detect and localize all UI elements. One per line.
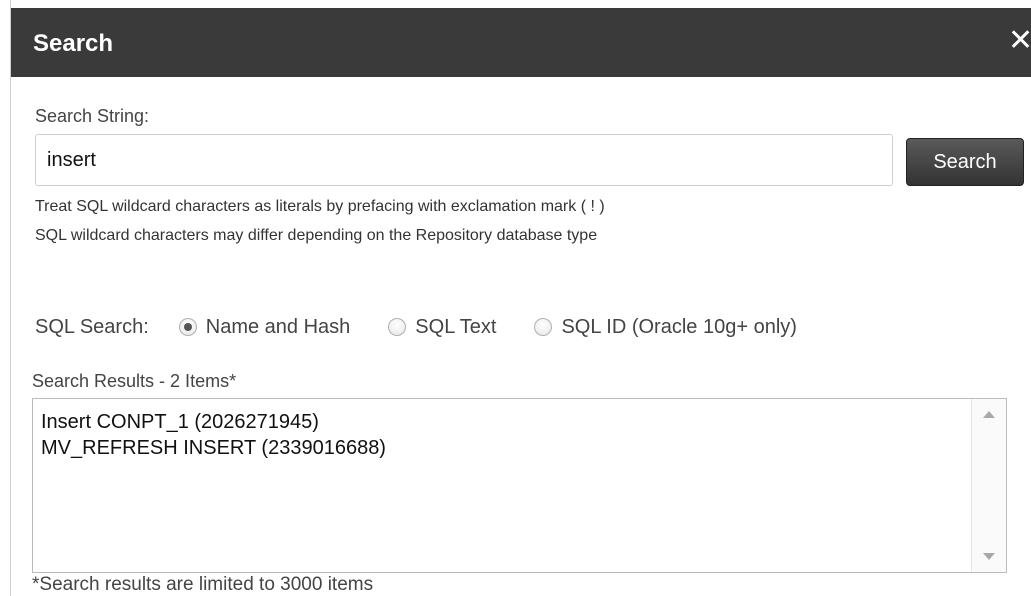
search-results-list[interactable]: Insert CONPT_1 (2026271945) MV_REFRESH I… xyxy=(32,398,1007,573)
radio-unchecked-icon[interactable] xyxy=(534,318,553,336)
radio-unchecked-icon[interactable] xyxy=(388,318,407,336)
search-results-label: Search Results - 2 Items* xyxy=(32,371,237,391)
list-item[interactable]: MV_REFRESH INSERT (2339016688) xyxy=(41,435,386,461)
radio-label: Name and Hash xyxy=(205,315,351,338)
search-button[interactable]: Search xyxy=(906,138,1024,186)
search-dialog: Search ✕ Search String: Search Treat SQL… xyxy=(10,0,1031,596)
list-item[interactable]: Insert CONPT_1 (2026271945) xyxy=(41,409,386,435)
sql-search-options: SQL Search: Name and Hash SQL Text SQL I… xyxy=(35,313,835,341)
radio-label: SQL ID (Oracle 10g+ only) xyxy=(561,315,797,338)
close-icon[interactable]: ✕ xyxy=(1008,26,1031,56)
database-hint: SQL wildcard characters may differ depen… xyxy=(35,227,598,244)
radio-sql-id[interactable]: SQL ID (Oracle 10g+ only) xyxy=(534,315,797,339)
radio-sql-text[interactable]: SQL Text xyxy=(388,316,496,339)
results-items: Insert CONPT_1 (2026271945) MV_REFRESH I… xyxy=(41,409,386,461)
wildcard-hint: Treat SQL wildcard characters as literal… xyxy=(35,198,605,215)
dialog-titlebar: Search ✕ xyxy=(11,8,1031,77)
sql-search-label: SQL Search: xyxy=(35,315,149,338)
radio-checked-icon[interactable] xyxy=(178,318,197,336)
results-scrollbar[interactable] xyxy=(971,399,1006,572)
radio-label: SQL Text xyxy=(415,315,497,338)
search-string-label: Search String: xyxy=(35,106,150,126)
radio-name-and-hash[interactable]: Name and Hash xyxy=(178,315,351,339)
scroll-down-icon[interactable] xyxy=(983,553,995,560)
scroll-up-icon[interactable] xyxy=(983,411,995,418)
results-limit-note: *Search results are limited to 3000 item… xyxy=(32,574,374,595)
search-input[interactable] xyxy=(35,134,893,186)
dialog-title: Search xyxy=(33,30,114,57)
